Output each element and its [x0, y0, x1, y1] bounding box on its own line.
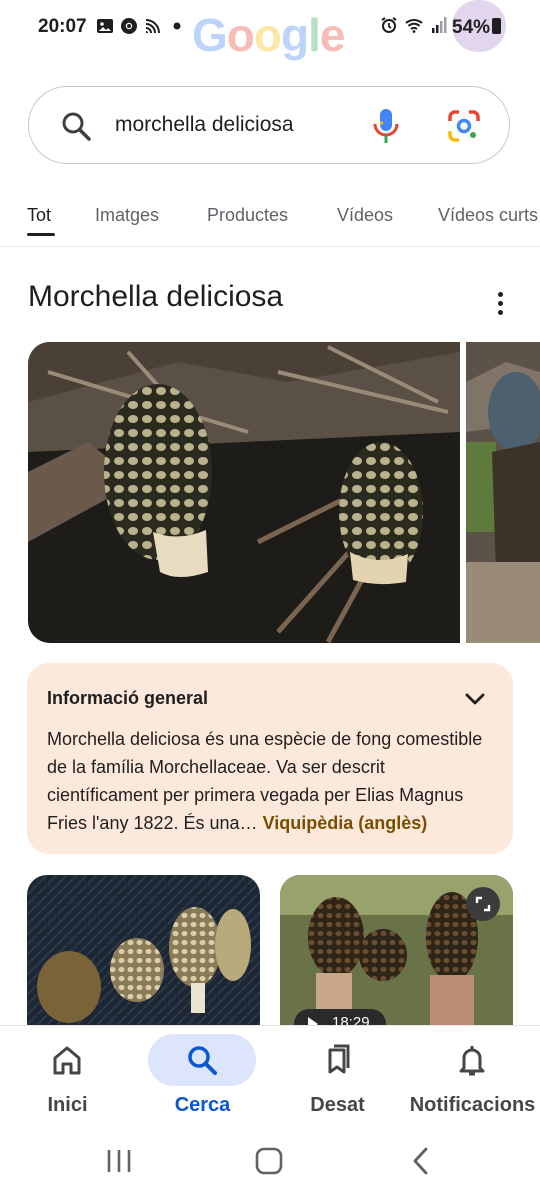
google-lens-icon[interactable]: [447, 109, 481, 143]
chrome-icon: [121, 18, 137, 34]
tab-videos-curts[interactable]: Vídeos curts: [438, 205, 538, 226]
tab-productes[interactable]: Productes: [207, 205, 288, 226]
search-icon[interactable]: [59, 109, 93, 143]
video-duration-badge: 18:29: [294, 1009, 386, 1025]
cast-icon: [145, 19, 160, 34]
home-icon: [53, 1046, 81, 1075]
search-icon: [188, 1046, 217, 1075]
bottom-nav: Inici Cerca Desat Notificacions: [0, 1025, 540, 1131]
video-duration: 18:29: [332, 1014, 370, 1025]
recent-apps-icon[interactable]: [104, 1146, 134, 1176]
status-icons-right: [380, 16, 448, 34]
nav-desat[interactable]: Desat: [270, 1026, 405, 1131]
nav-notificacions[interactable]: Notificacions: [405, 1026, 540, 1131]
info-card[interactable]: Informació general Morchella deliciosa é…: [27, 663, 513, 854]
info-heading: Informació general: [47, 688, 209, 708]
tab-tot[interactable]: Tot: [27, 205, 51, 226]
status-icons-left: [96, 17, 186, 35]
bookmarks-icon: [328, 1044, 350, 1074]
search-input[interactable]: morchella deliciosa: [115, 113, 294, 137]
nav-label-inici: Inici: [47, 1094, 88, 1116]
play-icon: [308, 1017, 318, 1025]
nav-label-notificacions: Notificacions: [409, 1094, 536, 1116]
system-nav-bar: [0, 1130, 540, 1200]
morel-photo: [28, 342, 460, 643]
morel-secondary-image[interactable]: [466, 342, 540, 643]
search-tabs: Tot Imatges Productes Vídeos Vídeos curt…: [0, 196, 540, 247]
nav-inici[interactable]: Inici: [0, 1026, 135, 1131]
signal-icon: [432, 17, 447, 33]
morel-thumbnail-1[interactable]: [27, 875, 260, 1025]
back-icon[interactable]: [406, 1146, 436, 1176]
nav-label-cerca: Cerca: [174, 1094, 231, 1116]
wifi-icon: [405, 19, 423, 33]
active-tab-indicator: [27, 233, 55, 236]
nav-cerca[interactable]: Cerca: [135, 1026, 270, 1131]
knowledge-panel-title: Morchella deliciosa: [28, 280, 284, 313]
status-time: 20:07: [38, 16, 87, 37]
battery-percentage: 54%: [452, 17, 491, 38]
nav-label-desat: Desat: [310, 1094, 365, 1116]
expand-icon[interactable]: [466, 887, 500, 921]
mic-icon[interactable]: [369, 107, 403, 145]
tab-imatges[interactable]: Imatges: [95, 205, 159, 226]
dot-icon: [173, 22, 181, 30]
more-vert-icon[interactable]: [490, 292, 510, 322]
tab-videos[interactable]: Vídeos: [337, 205, 393, 226]
home-button-icon[interactable]: [254, 1146, 284, 1176]
video-thumbnail[interactable]: 18:29: [280, 875, 513, 1025]
alarm-icon: [381, 17, 397, 33]
info-description: Morchella deliciosa és una espècie de fo…: [47, 725, 499, 837]
battery-icon: [492, 18, 501, 34]
search-bar[interactable]: morchella deliciosa: [28, 86, 510, 164]
image-icon: [97, 19, 113, 33]
morel-hero-image[interactable]: [28, 342, 460, 643]
wikipedia-link[interactable]: Viquipèdia (anglès): [263, 813, 428, 833]
google-logo: Google: [192, 9, 345, 61]
bell-icon: [459, 1046, 485, 1076]
status-bar: 20:07 Google 54%: [0, 0, 540, 61]
chevron-down-icon[interactable]: [463, 687, 487, 711]
